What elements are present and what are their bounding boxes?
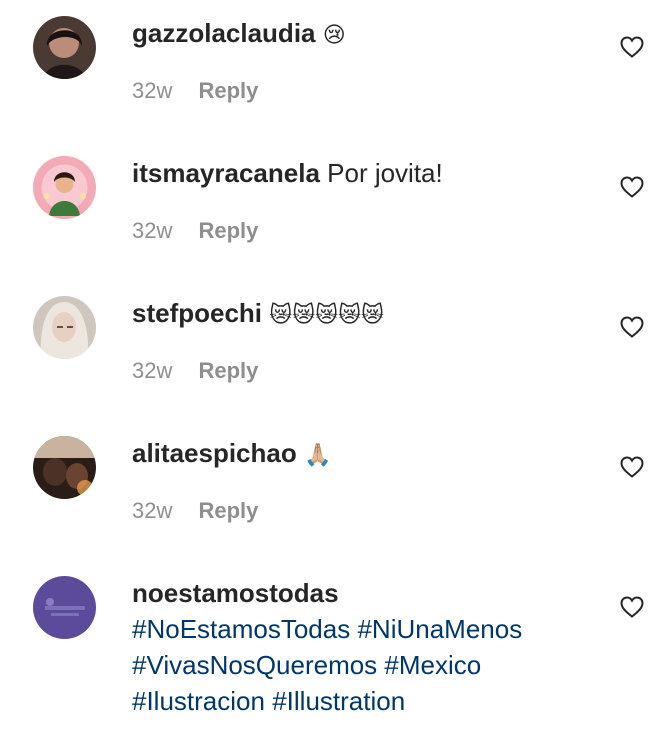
hashtag-link[interactable]: #Ilustracion [132,686,265,716]
comment-meta: 32w Reply [132,358,258,384]
hashtag-block: #NoEstamosTodas #NiUnaMenos #VivasNosQue… [132,611,602,719]
comment-meta: 32w Reply [132,498,258,524]
comment-emoji: 😢 [322,22,346,47]
heart-icon[interactable] [620,176,644,198]
comment-meta: 32w Reply [132,218,258,244]
avatar[interactable] [33,156,96,219]
comment-body: noestamostodas #NoEstamosTodas #NiUnaMen… [132,576,602,719]
hashtag-link[interactable]: #NiUnaMenos [357,614,522,644]
username[interactable]: gazzolaclaudia [132,18,316,48]
avatar[interactable] [33,296,96,359]
reply-button[interactable]: Reply [198,218,258,243]
comment-body: itsmayracanela Por jovita! 32w Reply [132,156,602,243]
timestamp[interactable]: 32w [132,218,172,243]
comment-body: alitaespichao 🙏🏼 32w Reply [132,436,602,523]
hashtag-line: #VivasNosQueremos #Mexico [132,647,602,683]
hashtag-line: #Ilustracion #Illustration [132,683,602,719]
comment-emoji: 😿😿😿😿😿 [269,302,384,327]
comment-body: stefpoechi 😿😿😿😿😿 32w Reply [132,296,602,383]
avatar[interactable] [33,16,96,79]
hashtag-line: #NoEstamosTodas #NiUnaMenos [132,611,602,647]
heart-icon[interactable] [620,596,644,618]
avatar[interactable] [33,436,96,499]
heart-icon[interactable] [620,36,644,58]
avatar[interactable] [33,576,96,639]
hashtag-link[interactable]: #NoEstamosTodas [132,614,350,644]
reply-button[interactable]: Reply [198,78,258,103]
username[interactable]: itsmayracanela [132,158,320,188]
timestamp[interactable]: 32w [132,78,172,103]
comment-text: Por jovita! [327,158,443,188]
hashtag-link[interactable]: #Illustration [272,686,405,716]
reply-button[interactable]: Reply [198,358,258,383]
hashtag-link[interactable]: #VivasNosQueremos [132,650,377,680]
comment-emoji: 🙏🏼 [303,442,332,467]
reply-button[interactable]: Reply [198,498,258,523]
heart-icon[interactable] [620,316,644,338]
username[interactable]: alitaespichao [132,438,297,468]
hashtag-link[interactable]: #Mexico [384,650,481,680]
username[interactable]: stefpoechi [132,298,262,328]
comment-body: gazzolaclaudia 😢 32w Reply [132,16,602,103]
comment-meta: 32w Reply [132,78,258,104]
username[interactable]: noestamostodas [132,578,339,608]
heart-icon[interactable] [620,456,644,478]
timestamp[interactable]: 32w [132,498,172,523]
timestamp[interactable]: 32w [132,358,172,383]
